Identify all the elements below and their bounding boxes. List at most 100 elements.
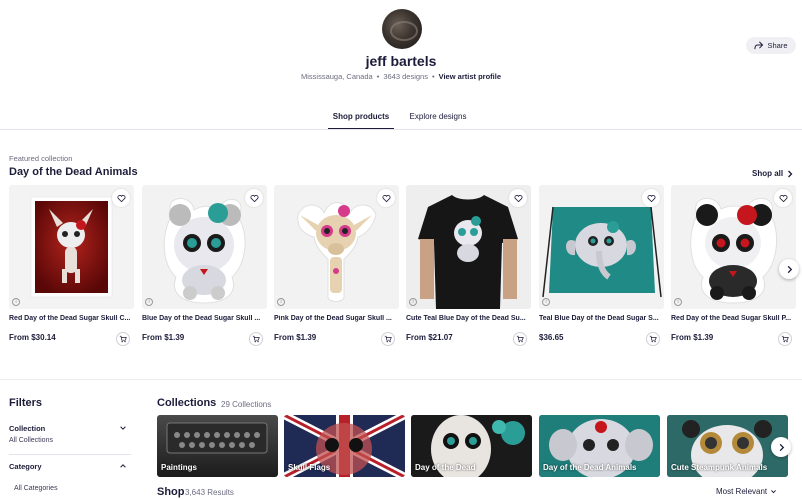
product-card[interactable]: i Cute Teal Blue Day of the Dead Su... F… xyxy=(406,185,531,346)
heart-icon xyxy=(382,194,390,202)
collections-count: 29 Collections xyxy=(221,400,272,409)
chevron-right-icon xyxy=(779,443,784,451)
heart-icon xyxy=(779,194,787,202)
product-image[interactable]: i xyxy=(9,185,134,309)
shop-results-count: 3,643 Results xyxy=(185,488,234,497)
favorite-button[interactable] xyxy=(245,189,263,207)
product-title[interactable]: Red Day of the Dead Sugar Skull C... xyxy=(9,315,134,322)
product-title[interactable]: Teal Blue Day of the Dead Sugar S... xyxy=(539,315,664,322)
chevron-up-icon xyxy=(120,464,126,468)
sort-label: Most Relevant xyxy=(716,487,768,496)
tab-shop-products[interactable]: Shop products xyxy=(328,112,394,130)
product-image[interactable]: i xyxy=(142,185,267,309)
filter-collection[interactable]: Collection All Collections xyxy=(9,424,131,444)
product-card[interactable]: i Pink Day of the Dead Sugar Skull ... F… xyxy=(274,185,399,346)
artist-avatar[interactable] xyxy=(382,9,422,49)
product-price: From $1.39 xyxy=(671,333,714,342)
info-icon[interactable]: i xyxy=(145,298,153,306)
heart-icon xyxy=(514,194,522,202)
product-title[interactable]: Red Day of the Dead Sugar Skull P... xyxy=(671,315,796,322)
collections-next-button[interactable] xyxy=(771,437,791,457)
collection-label: Day of the Dead xyxy=(415,463,476,472)
product-price: From $30.14 xyxy=(9,333,56,342)
shop-title: Shop xyxy=(157,486,185,498)
sort-dropdown[interactable]: Most Relevant xyxy=(716,487,777,496)
collection-label: Cute Steampunk Animals xyxy=(671,463,768,472)
add-to-cart-button[interactable] xyxy=(116,332,130,346)
filter-category-value[interactable]: All Categories xyxy=(14,485,58,492)
info-icon[interactable]: i xyxy=(542,298,550,306)
collection-tile[interactable]: Skull Flags xyxy=(284,415,405,477)
share-button[interactable]: Share xyxy=(746,37,796,54)
product-card[interactable]: i Red Day of the Dead Sugar Skull C... F… xyxy=(9,185,134,346)
carousel-next-button[interactable] xyxy=(779,259,799,279)
collection-label: Paintings xyxy=(161,463,198,472)
product-title[interactable]: Cute Teal Blue Day of the Dead Su... xyxy=(406,315,531,322)
info-icon[interactable]: i xyxy=(12,298,20,306)
chevron-down-icon xyxy=(120,426,126,430)
product-price: From $1.39 xyxy=(274,333,317,342)
collection-label: Day of the Dead Animals xyxy=(543,463,637,472)
artist-designs-count: 3643 designs xyxy=(383,72,428,81)
info-icon[interactable]: i xyxy=(674,298,682,306)
share-label: Share xyxy=(767,41,788,50)
favorite-button[interactable] xyxy=(774,189,792,207)
product-title[interactable]: Pink Day of the Dead Sugar Skull ... xyxy=(274,315,399,322)
product-card[interactable]: i Blue Day of the Dead Sugar Skull ... F… xyxy=(142,185,267,346)
filters-title: Filters xyxy=(9,397,43,409)
product-image[interactable]: i xyxy=(539,185,664,309)
add-to-cart-button[interactable] xyxy=(778,332,792,346)
collection-label: Skull Flags xyxy=(288,463,331,472)
filter-collection-value: All Collections xyxy=(9,437,53,444)
featured-collection-label: Featured collection xyxy=(9,154,73,163)
filter-category-title: Category xyxy=(9,462,42,471)
featured-collection-title[interactable]: Day of the Dead Animals xyxy=(9,166,138,178)
product-price: From $21.07 xyxy=(406,333,453,342)
product-card[interactable]: i Teal Blue Day of the Dead Sugar S... $… xyxy=(539,185,664,346)
product-image[interactable]: i xyxy=(406,185,531,309)
artist-name: jeff bartels xyxy=(365,53,437,69)
shop-tabs: Shop products Explore designs xyxy=(0,112,802,130)
product-image[interactable]: i xyxy=(671,185,796,309)
add-to-cart-button[interactable] xyxy=(513,332,527,346)
favorite-button[interactable] xyxy=(112,189,130,207)
heart-icon xyxy=(250,194,258,202)
shop-all-link[interactable]: Shop all xyxy=(752,169,793,178)
product-card[interactable]: i Red Day of the Dead Sugar Skull P... F… xyxy=(671,185,796,346)
collection-tile[interactable]: Day of the Dead Animals xyxy=(539,415,660,477)
heart-icon xyxy=(647,194,655,202)
collection-tile[interactable]: Cute Steampunk Animals xyxy=(667,415,788,477)
filter-collection-title: Collection xyxy=(9,424,46,433)
cart-icon xyxy=(649,335,657,343)
product-image[interactable]: i xyxy=(274,185,399,309)
product-title[interactable]: Blue Day of the Dead Sugar Skull ... xyxy=(142,315,267,322)
heart-icon xyxy=(117,194,125,202)
add-to-cart-button[interactable] xyxy=(249,332,263,346)
cart-icon xyxy=(781,335,789,343)
product-price: $36.65 xyxy=(539,333,564,342)
cart-icon xyxy=(384,335,392,343)
shop-all-label: Shop all xyxy=(752,169,784,178)
section-divider xyxy=(0,379,802,380)
tab-explore-designs[interactable]: Explore designs xyxy=(405,112,471,121)
cart-icon xyxy=(252,335,260,343)
product-price: From $1.39 xyxy=(142,333,185,342)
collection-tile[interactable]: Day of the Dead xyxy=(411,415,532,477)
chevron-right-icon xyxy=(787,265,792,273)
favorite-button[interactable] xyxy=(377,189,395,207)
collection-tile[interactable]: Paintings xyxy=(157,415,278,477)
share-icon xyxy=(754,41,764,50)
info-icon[interactable]: i xyxy=(409,298,417,306)
view-artist-profile-link[interactable]: View artist profile xyxy=(439,72,501,81)
tabs-divider xyxy=(0,129,802,130)
info-icon[interactable]: i xyxy=(277,298,285,306)
cart-icon xyxy=(119,335,127,343)
filter-category[interactable]: Category xyxy=(9,462,131,471)
add-to-cart-button[interactable] xyxy=(381,332,395,346)
favorite-button[interactable] xyxy=(642,189,660,207)
favorite-button[interactable] xyxy=(509,189,527,207)
filter-divider xyxy=(9,454,131,455)
artist-location: Mississauga, Canada xyxy=(300,72,373,81)
chevron-down-icon xyxy=(771,490,777,494)
add-to-cart-button[interactable] xyxy=(646,332,660,346)
